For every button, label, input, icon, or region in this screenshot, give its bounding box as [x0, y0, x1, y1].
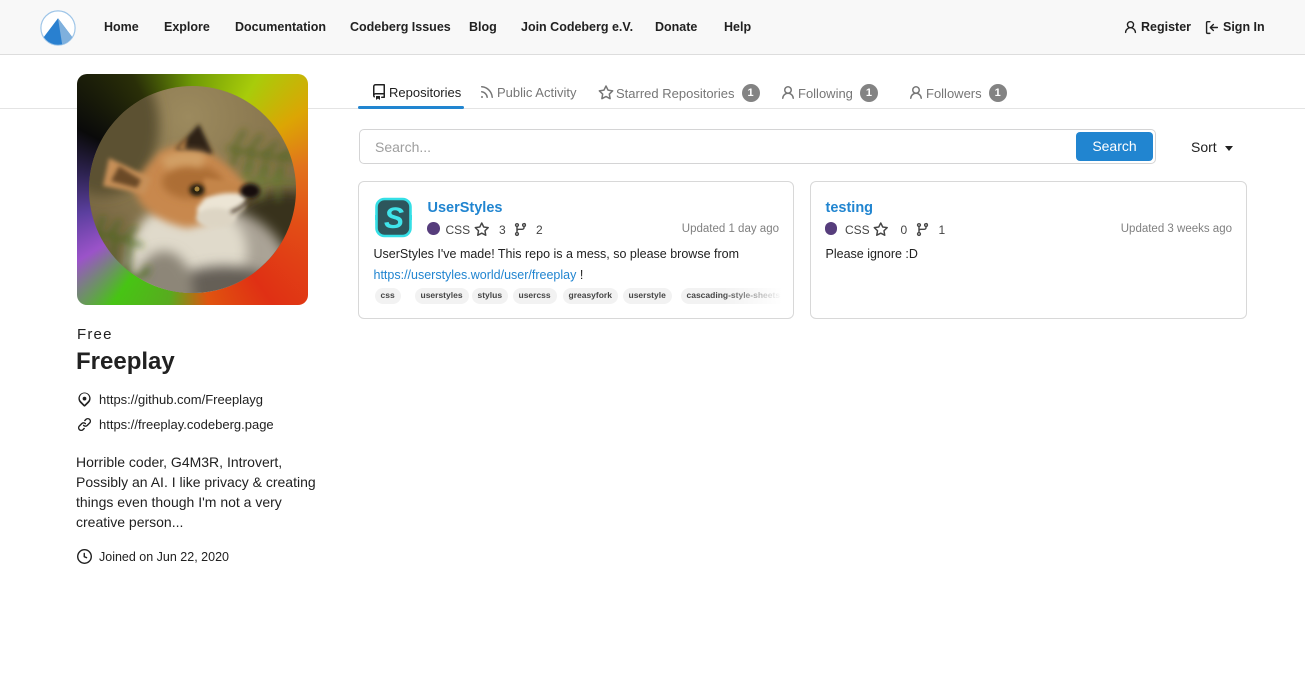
svg-text:S: S [384, 202, 404, 235]
